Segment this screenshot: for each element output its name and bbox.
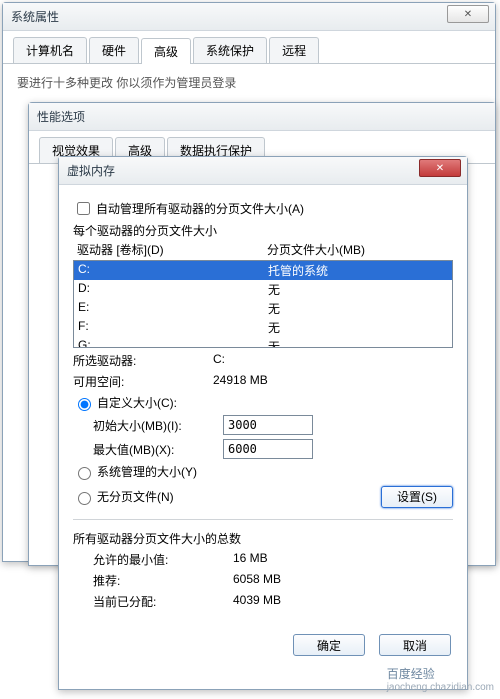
allocated-label: 当前已分配: [93, 593, 233, 610]
max-size-row: 最大值(MB)(X): [93, 439, 453, 459]
no-paging-radio[interactable] [78, 492, 91, 505]
perf-titlebar: 性能选项 [29, 103, 495, 131]
drive-list[interactable]: C:托管的系统D:无E:无F:无G:无 [73, 260, 453, 348]
drive-list-header: 驱动器 [卷标](D) 分页文件大小(MB) [73, 239, 453, 260]
tab-advanced[interactable]: 高级 [141, 38, 191, 64]
vm-body: 自动管理所有驱动器的分页文件大小(A) 每个驱动器的分页文件大小 驱动器 [卷标… [59, 185, 467, 624]
drive-letter: G: [78, 338, 268, 348]
ok-button[interactable]: 确定 [293, 634, 365, 656]
no-paging-row: 无分页文件(N) [73, 488, 174, 505]
separator [73, 519, 453, 520]
drive-paging-value: 无 [268, 281, 448, 298]
drive-paging-value: 无 [268, 300, 448, 317]
initial-size-row: 初始大小(MB)(I): [93, 415, 453, 435]
max-size-input[interactable] [223, 439, 313, 459]
vm-title: 虚拟内存 [67, 162, 115, 179]
no-paging-label: 无分页文件(N) [97, 488, 174, 505]
available-space-label: 可用空间: [73, 373, 213, 390]
drive-row[interactable]: D:无 [74, 280, 452, 299]
min-allowed-value: 16 MB [233, 551, 268, 568]
sysprops-tabs: 计算机名 硬件 高级 系统保护 远程 [3, 31, 495, 64]
drive-letter: D: [78, 281, 268, 298]
tab-system-protection[interactable]: 系统保护 [193, 37, 267, 63]
sysprops-title: 系统属性 [11, 8, 59, 25]
system-managed-label: 系统管理的大小(Y) [97, 463, 197, 480]
drive-row[interactable]: G:无 [74, 337, 452, 348]
recommended-row: 推荐: 6058 MB [93, 572, 453, 589]
selected-drive-label: 所选驱动器: [73, 352, 213, 369]
tab-computer-name[interactable]: 计算机名 [13, 37, 87, 63]
totals-title: 所有驱动器分页文件大小的总数 [73, 530, 453, 547]
available-space-value: 24918 MB [213, 373, 268, 390]
virtual-memory-window: 虚拟内存 ✕ 自动管理所有驱动器的分页文件大小(A) 每个驱动器的分页文件大小 … [58, 156, 468, 690]
close-icon[interactable]: ✕ [419, 159, 461, 177]
drive-row[interactable]: F:无 [74, 318, 452, 337]
allocated-row: 当前已分配: 4039 MB [93, 593, 453, 610]
cancel-button[interactable]: 取消 [379, 634, 451, 656]
drive-letter: E: [78, 300, 268, 317]
drive-row[interactable]: E:无 [74, 299, 452, 318]
max-size-label: 最大值(MB)(X): [93, 441, 223, 458]
sysprops-body: 要进行十多种更改 你以须作为管理员登录 [3, 64, 495, 101]
close-icon[interactable]: ✕ [447, 5, 489, 23]
drive-letter: C: [78, 262, 268, 279]
per-drive-label: 每个驱动器的分页文件大小 [73, 222, 453, 239]
custom-size-label: 自定义大小(C): [97, 394, 177, 411]
selected-drive-row: 所选驱动器: C: [73, 352, 453, 369]
header-drive: 驱动器 [卷标](D) [77, 241, 267, 258]
initial-size-label: 初始大小(MB)(I): [93, 417, 223, 434]
recommended-label: 推荐: [93, 572, 233, 589]
set-button[interactable]: 设置(S) [381, 486, 453, 508]
tab-remote[interactable]: 远程 [269, 37, 319, 63]
min-allowed-label: 允许的最小值: [93, 551, 233, 568]
system-managed-row: 系统管理的大小(Y) [73, 463, 453, 480]
drive-paging-value: 无 [268, 319, 448, 336]
drive-paging-value: 无 [268, 338, 448, 348]
drive-letter: F: [78, 319, 268, 336]
drive-row[interactable]: C:托管的系统 [74, 261, 452, 280]
initial-size-input[interactable] [223, 415, 313, 435]
sysprops-titlebar: 系统属性 ✕ [3, 3, 495, 31]
custom-size-radio[interactable] [78, 398, 91, 411]
auto-manage-label: 自动管理所有驱动器的分页文件大小(A) [96, 200, 304, 217]
selected-drive-value: C: [213, 352, 225, 369]
header-size: 分页文件大小(MB) [267, 241, 365, 258]
admin-note: 要进行十多种更改 你以须作为管理员登录 [17, 74, 481, 91]
recommended-value: 6058 MB [233, 572, 281, 589]
allocated-value: 4039 MB [233, 593, 281, 610]
min-allowed-row: 允许的最小值: 16 MB [93, 551, 453, 568]
tab-hardware[interactable]: 硬件 [89, 37, 139, 63]
auto-manage-row: 自动管理所有驱动器的分页文件大小(A) [73, 199, 453, 218]
vm-button-row: 确定 取消 [59, 624, 467, 666]
system-managed-radio[interactable] [78, 467, 91, 480]
drive-paging-value: 托管的系统 [268, 262, 448, 279]
available-space-row: 可用空间: 24918 MB [73, 373, 453, 390]
custom-size-row: 自定义大小(C): [73, 394, 453, 411]
vm-titlebar: 虚拟内存 ✕ [59, 157, 467, 185]
perf-title: 性能选项 [37, 108, 85, 125]
auto-manage-checkbox[interactable] [77, 202, 90, 215]
